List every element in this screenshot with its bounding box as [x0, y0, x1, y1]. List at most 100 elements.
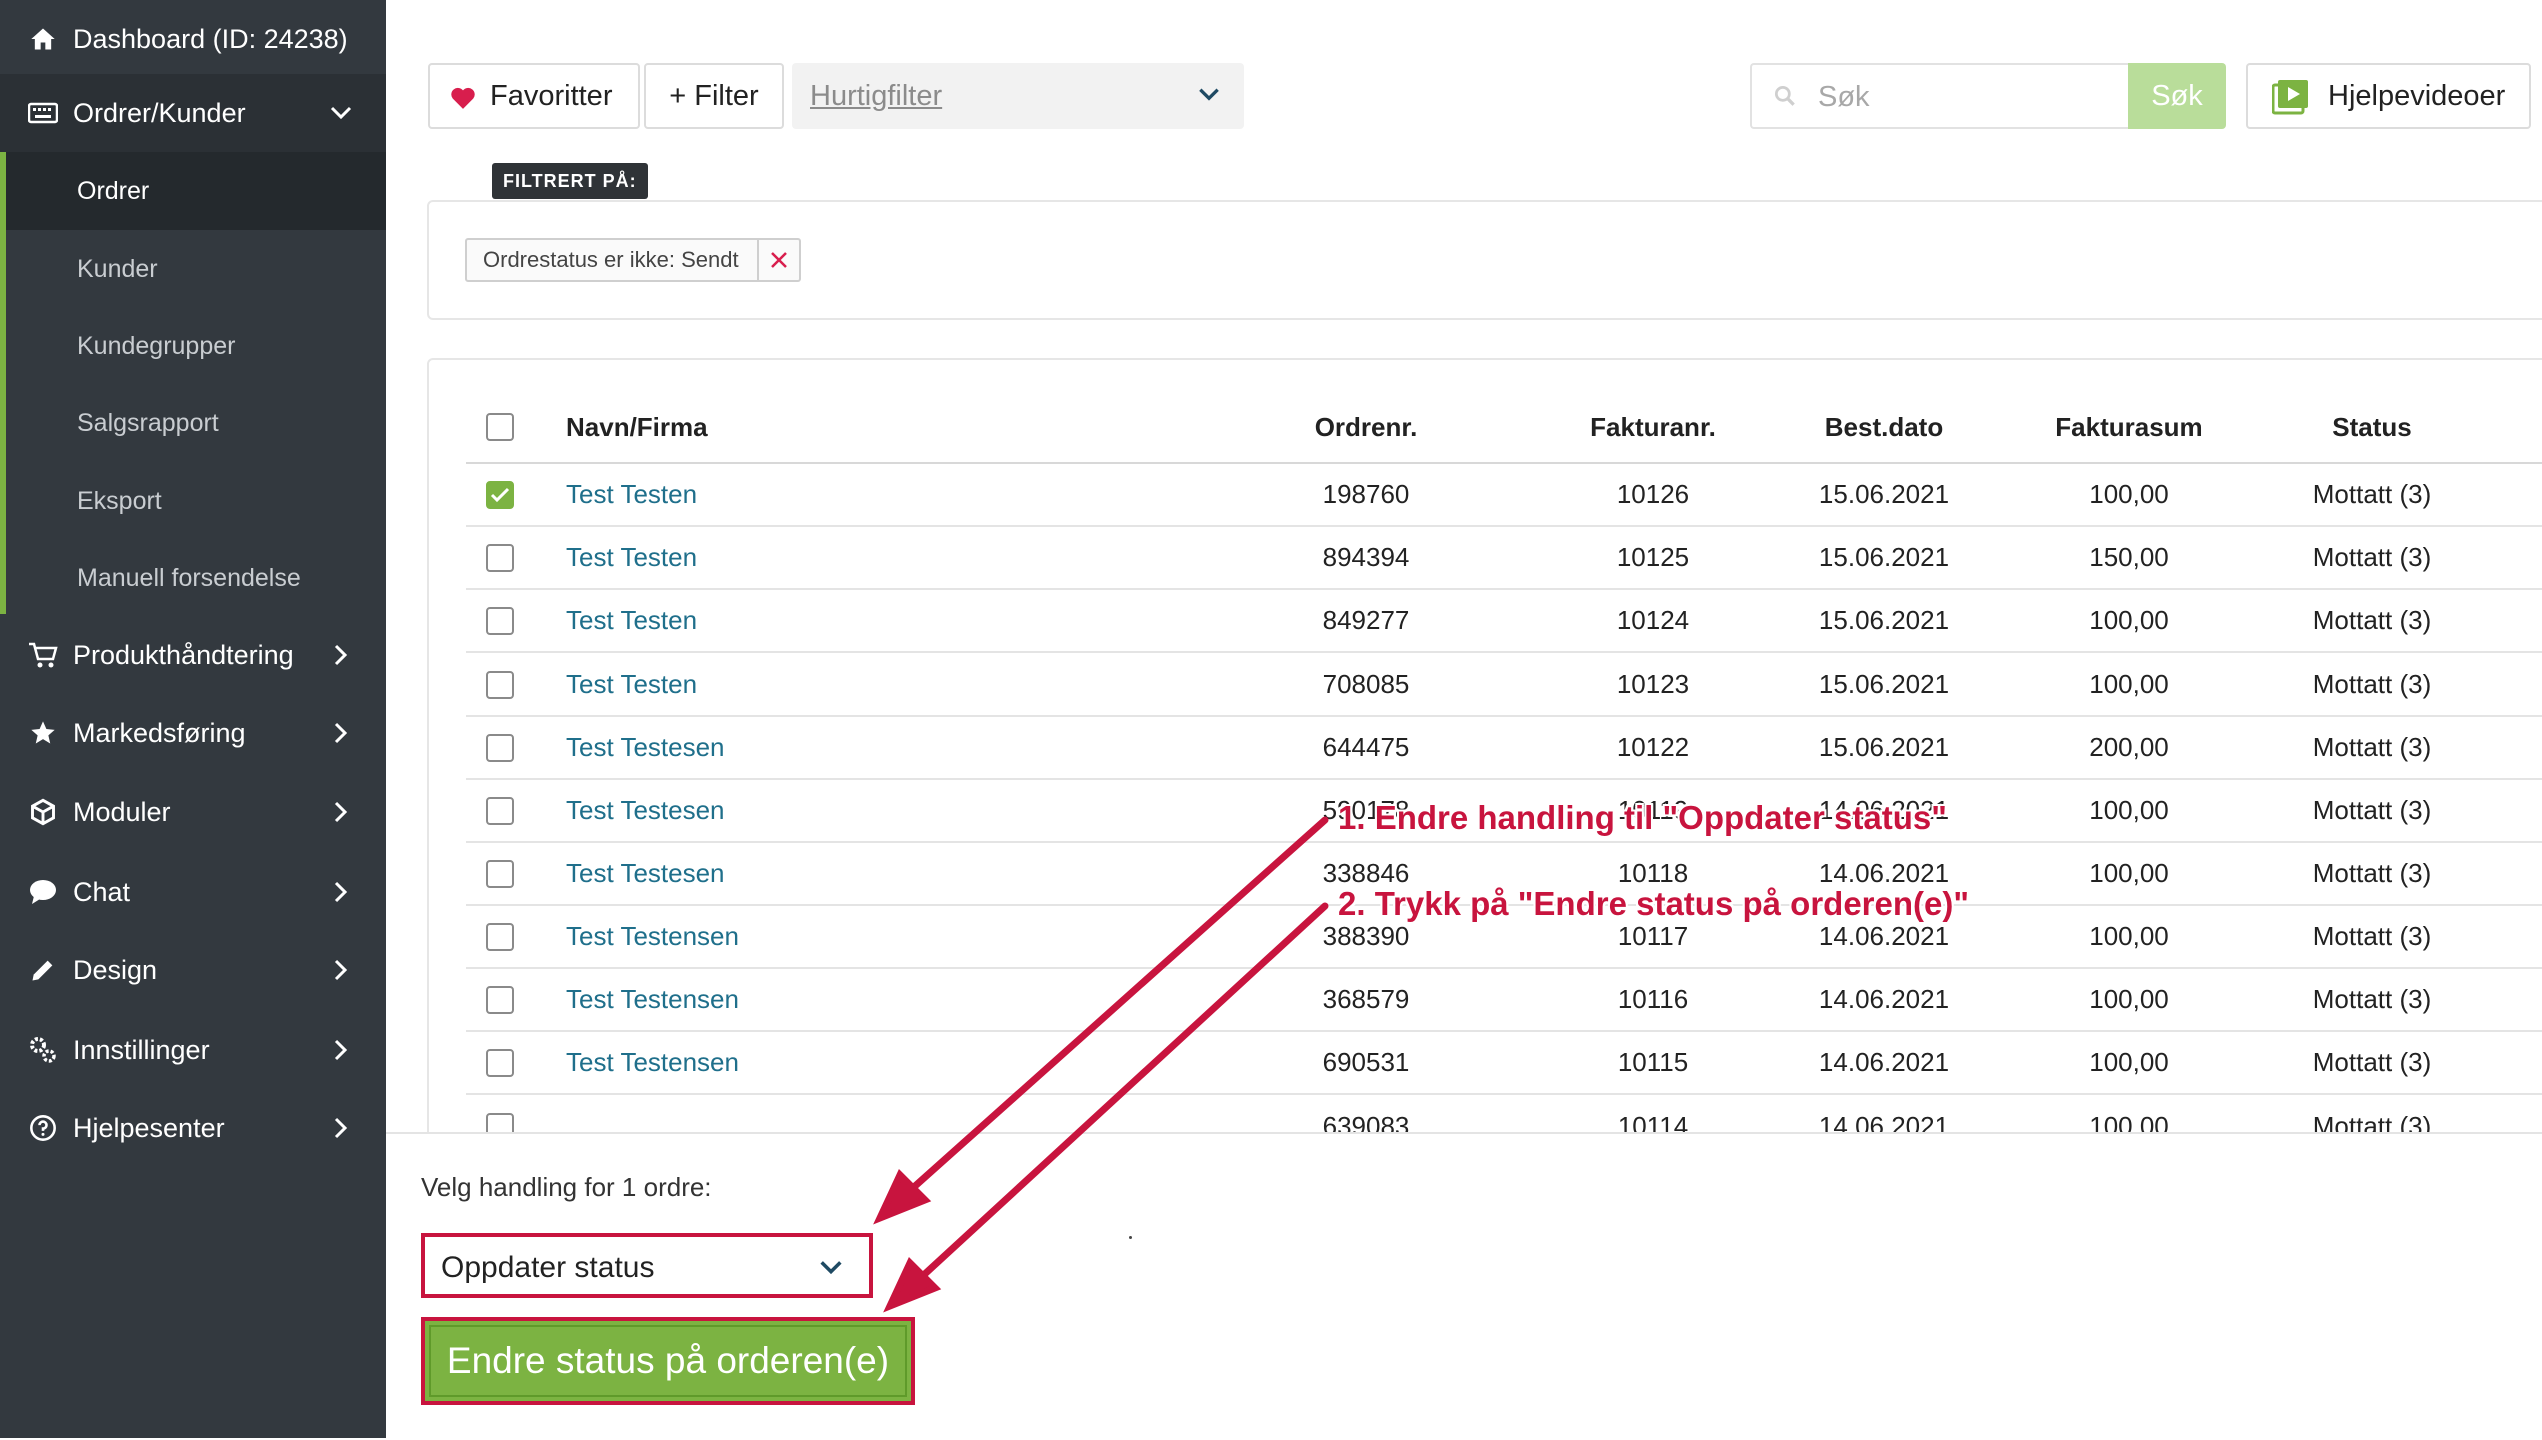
row-order-number: 708085 — [1322, 669, 1410, 699]
add-filter-button[interactable]: + Filter — [644, 63, 784, 129]
star-icon — [26, 716, 60, 750]
row-checkbox[interactable] — [486, 985, 514, 1014]
sidebar-item-design[interactable]: Design — [0, 931, 386, 1009]
annotation-step-1: 1. Endre handling til "Oppdater status" — [1338, 799, 1947, 836]
customer-link[interactable]: Test Testesen — [566, 732, 725, 763]
row-invoice-number: 10116 — [1617, 984, 1689, 1014]
row-check-cell — [486, 717, 518, 778]
quickfilter-select[interactable]: Hurtigfilter — [792, 63, 1244, 129]
sidebar-subitem-label: Eksport — [77, 486, 162, 515]
row-name[interactable]: Test Testen — [566, 527, 697, 588]
customer-link[interactable]: Test Testen — [566, 669, 697, 700]
table-row[interactable]: Test Testesen 644475 10122 15.06.2021 200,00… — [466, 717, 2542, 780]
table-row[interactable]: Test Testen 708085 10123 15.06.2021 100,00 Mo… — [466, 654, 2542, 717]
sidebar-subitem-export[interactable]: Eksport — [6, 462, 386, 540]
col-header-sum[interactable]: Fakturasum — [2049, 392, 2209, 462]
row-checkbox[interactable] — [486, 543, 514, 572]
row-name[interactable]: Test Testen — [566, 590, 697, 651]
sidebar-item-marketing[interactable]: Markedsføring — [0, 694, 386, 772]
customer-link[interactable]: Test Testensen — [566, 984, 739, 1015]
sidebar-subitem-manual-shipment[interactable]: Manuell forsendelse — [6, 539, 386, 617]
row-check-cell — [486, 969, 518, 1030]
customer-link[interactable]: Test Testensen — [566, 921, 739, 952]
table-row[interactable]: Test Testen 894394 10125 15.06.2021 150,00 Mo… — [466, 527, 2542, 590]
row-check-cell — [486, 654, 518, 715]
row-checkbox[interactable] — [486, 796, 514, 825]
row-checkbox[interactable] — [486, 606, 514, 635]
row-name[interactable]: Test Testesen — [566, 717, 725, 778]
sidebar-item-orders-customers[interactable]: Ordrer/Kunder — [0, 74, 386, 152]
sidebar-subitem-customer-groups[interactable]: Kundegrupper — [6, 307, 386, 385]
col-header-order[interactable]: Ordrenr. — [1296, 392, 1436, 462]
row-status: Mottatt (3) — [2312, 732, 2432, 762]
row-check-cell — [486, 843, 518, 904]
customer-link[interactable]: Test Testesen — [566, 858, 725, 889]
customer-link[interactable]: Test Testesen — [566, 795, 725, 826]
favorites-button[interactable]: Favoritter — [428, 63, 640, 129]
sidebar-subitem-label: Kundegrupper — [77, 331, 236, 360]
remove-filter-icon[interactable] — [756, 240, 799, 280]
sidebar-item-dashboard[interactable]: Dashboard (ID: 24238) — [0, 0, 386, 78]
select-all-cell — [486, 392, 518, 462]
sidebar-subitem-sales-report[interactable]: Salgsrapport — [6, 384, 386, 462]
row-checkbox[interactable] — [486, 1112, 514, 1132]
row-name[interactable]: Test Testensen — [566, 1032, 739, 1093]
search-button[interactable]: Søk — [2128, 63, 2226, 129]
row-checkbox[interactable] — [486, 733, 514, 762]
chevron-right-icon — [326, 718, 356, 748]
table-row[interactable]: Test Testensen 690531 10115 14.06.2021 100,0… — [466, 1032, 2542, 1095]
customer-link[interactable]: Test Testen — [566, 542, 697, 573]
row-name[interactable]: Test Testen — [566, 464, 697, 525]
row-checkbox-checked[interactable] — [486, 480, 514, 509]
sidebar-item-help-center[interactable]: Hjelpesenter — [0, 1089, 386, 1167]
col-header-status[interactable]: Status — [2272, 392, 2472, 462]
change-status-button[interactable]: Endre status på orderen(e) — [421, 1317, 915, 1405]
search-input[interactable]: Søk — [1750, 63, 2130, 129]
customer-link[interactable]: Test Testen — [566, 605, 697, 636]
row-invoice-sum: 100,00 — [2089, 669, 2169, 699]
row-order-number: 690531 — [1322, 1047, 1410, 1077]
row-checkbox[interactable] — [486, 670, 514, 699]
sidebar-item-product-management[interactable]: Produkthåndtering — [0, 616, 386, 694]
customer-link[interactable]: Test Testensen — [566, 1047, 739, 1078]
bulk-action-select[interactable]: Oppdater status — [421, 1233, 873, 1298]
row-name[interactable]: Test Testesen — [566, 843, 725, 904]
table-row[interactable]: 639083 10114 14.06.2021 100,00 Mottatt (3) — [466, 1096, 2542, 1132]
row-name[interactable]: Test Testen — [566, 654, 697, 715]
help-videos-label: Hjelpevideoer — [2328, 79, 2506, 112]
sidebar-subitem-orders[interactable]: Ordrer — [6, 152, 386, 230]
sidebar-item-settings[interactable]: Innstillinger — [0, 1011, 386, 1089]
chevron-down-icon — [817, 1253, 845, 1286]
table-header-row: Navn/Firma Ordrenr. Fakturanr. Best.dato… — [466, 392, 2542, 464]
sidebar-item-modules[interactable]: Moduler — [0, 773, 386, 851]
sidebar-subitem-label: Manuell forsendelse — [77, 563, 301, 592]
sidebar-item-label: Moduler — [73, 796, 171, 827]
annotation-step-2: 2. Trykk på "Endre status på orderen(e)" — [1338, 885, 1969, 922]
row-checkbox[interactable] — [486, 1048, 514, 1077]
sidebar-item-chat[interactable]: Chat — [0, 853, 386, 931]
bulk-action-selected: Oppdater status — [441, 1251, 655, 1284]
question-circle-icon — [26, 1111, 60, 1145]
customer-link[interactable]: Test Testen — [566, 479, 697, 510]
row-name[interactable]: Test Testesen — [566, 780, 725, 841]
select-all-checkbox[interactable] — [486, 413, 514, 441]
row-order-date: 15.06.2021 — [1818, 605, 1950, 635]
chevron-right-icon — [326, 1035, 356, 1065]
row-name[interactable]: Test Testensen — [566, 906, 739, 967]
row-name[interactable]: Test Testensen — [566, 969, 739, 1030]
help-videos-button[interactable]: Hjelpevideoer — [2246, 63, 2531, 129]
table-row[interactable]: Test Testen 198760 10126 15.06.2021 100,00 Mo… — [466, 464, 2542, 527]
row-status: Mottatt (3) — [2312, 479, 2432, 509]
table-row[interactable]: Test Testensen 368579 10116 14.06.2021 100,0… — [466, 969, 2542, 1032]
col-header-name[interactable]: Navn/Firma — [566, 392, 708, 462]
sidebar-subitem-customers[interactable]: Kunder — [6, 230, 386, 308]
row-checkbox[interactable] — [486, 922, 514, 951]
filtered-on-heading: FILTRERT PÅ: — [492, 163, 648, 199]
sidebar-item-label: Design — [73, 954, 158, 985]
row-checkbox[interactable] — [486, 859, 514, 888]
table-row[interactable]: Test Testen 849277 10124 15.06.2021 100,00 Mo… — [466, 590, 2542, 653]
col-header-date[interactable]: Best.dato — [1804, 392, 1964, 462]
row-check-cell — [486, 1096, 518, 1132]
col-header-invoice[interactable]: Fakturanr. — [1583, 392, 1723, 462]
row-invoice-number: 10125 — [1616, 542, 1690, 572]
